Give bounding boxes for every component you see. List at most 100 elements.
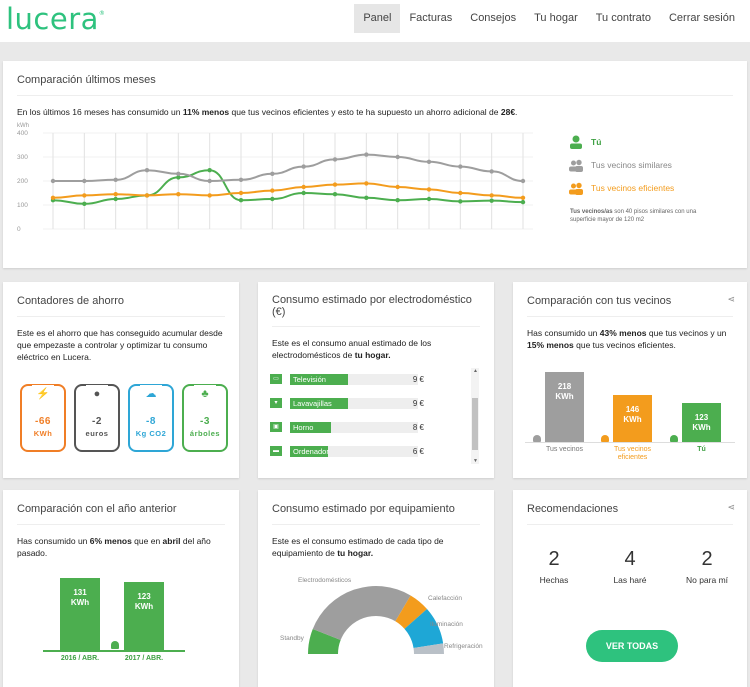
nav-facturas[interactable]: Facturas	[400, 4, 461, 33]
data-point[interactable]	[520, 178, 526, 184]
nav-consejos[interactable]: Consejos	[461, 4, 525, 33]
comparison-card: Comparación últimos meses En los últimos…	[3, 61, 747, 268]
data-point[interactable]	[113, 177, 118, 182]
recommendations-title: Recomendaciones	[527, 502, 733, 525]
bar-value: 123	[694, 412, 709, 422]
data-point[interactable]	[270, 171, 275, 176]
ver-todas-button[interactable]: VER TODAS	[586, 630, 678, 662]
y-tick-label: 200	[17, 178, 28, 185]
bar-value: 218	[557, 382, 572, 391]
person-icon	[111, 641, 119, 649]
year-bar[interactable]: 123 KWh	[124, 582, 164, 650]
data-point[interactable]	[238, 177, 244, 182]
data-point[interactable]	[207, 178, 212, 184]
bolt-icon: ⚡	[32, 385, 54, 403]
data-point[interactable]	[332, 192, 338, 197]
donut-label: Iluminación	[430, 621, 463, 628]
appliance-name: Horno	[293, 422, 314, 432]
data-point[interactable]	[489, 198, 494, 203]
data-point[interactable]	[332, 157, 338, 162]
equipment-donut-chart: Standby Electrodomésticos Calefacción Ilumi…	[280, 577, 483, 654]
cloud-icon: ☁	[140, 385, 162, 403]
data-point[interactable]	[520, 195, 526, 200]
year-bar[interactable]: 131 KWh	[60, 578, 100, 650]
counter-value: -66	[35, 416, 51, 427]
legend-tu[interactable]: Tú	[569, 135, 601, 149]
data-point[interactable]	[426, 159, 432, 164]
donut-segment[interactable]	[312, 586, 411, 641]
data-point[interactable]	[364, 152, 369, 157]
nav-panel[interactable]: Panel	[354, 4, 401, 33]
bar-unit: KWh	[555, 392, 574, 401]
group-icon	[533, 435, 541, 442]
counter-unit: KWh	[33, 429, 53, 438]
appliance-name: Televisión	[293, 374, 326, 384]
counter-value: -3	[200, 416, 210, 427]
appliances-scrollbar[interactable]: ▲ ▼	[471, 368, 479, 464]
neighbors-bar[interactable]: 123 KWh	[682, 402, 721, 442]
data-point[interactable]	[176, 192, 181, 197]
nav-tu-contrato[interactable]: Tu contrato	[587, 4, 660, 33]
legend-vecinos-eficientes[interactable]: Tus vecinos eficientes	[569, 181, 674, 195]
data-point[interactable]	[176, 171, 181, 176]
series-line	[53, 153, 524, 183]
counter-3: ♣ -3 árboles	[182, 384, 228, 452]
bar-unit: KWh	[70, 598, 90, 607]
appliance-row[interactable]: ▣ Horno 8 €	[270, 420, 462, 434]
laptop-icon: ▬	[270, 446, 282, 456]
data-point[interactable]	[458, 190, 463, 196]
main-nav: Panel Facturas Consejos Tu hogar Tu cont…	[354, 4, 744, 33]
share-icon[interactable]: ⋖	[727, 502, 735, 513]
data-point[interactable]	[458, 164, 463, 169]
data-point[interactable]	[207, 193, 212, 198]
data-point[interactable]	[270, 196, 275, 202]
data-point[interactable]	[144, 193, 150, 198]
data-point[interactable]	[520, 199, 526, 205]
data-point[interactable]	[207, 168, 212, 173]
share-icon[interactable]: ⋖	[727, 294, 735, 305]
legend-vecinos-similares[interactable]: Tus vecinos similares	[569, 158, 672, 172]
data-point[interactable]	[82, 201, 87, 206]
bar-value: 146	[625, 405, 640, 415]
data-point[interactable]	[113, 192, 118, 197]
data-point[interactable]	[270, 188, 275, 193]
yearcmp-description: Has consumido un 6% menos que en abril d…	[17, 536, 211, 558]
neighbors-card: Comparación con tus vecinos Has consumid…	[513, 282, 747, 478]
data-point[interactable]	[458, 199, 463, 204]
nav-tu-hogar[interactable]: Tu hogar	[525, 4, 587, 33]
rec-count-las-hare: 4	[624, 548, 636, 570]
data-point[interactable]	[113, 196, 118, 202]
appliance-row[interactable]: ▾ Lavavajillas 9 €	[270, 396, 462, 410]
data-point[interactable]	[426, 187, 432, 192]
data-point[interactable]	[364, 195, 369, 200]
year-bar-label: 2017 / ABR.	[124, 655, 164, 662]
data-point[interactable]	[50, 195, 56, 200]
data-point[interactable]	[395, 184, 400, 190]
appliance-row[interactable]: ▬ Ordenador 6 €	[270, 444, 462, 458]
data-point[interactable]	[301, 184, 306, 190]
data-point[interactable]	[364, 181, 369, 186]
neighbors-bar[interactable]: 218 KWh	[545, 372, 584, 442]
data-point[interactable]	[82, 178, 87, 184]
neighbors-bar[interactable]: 146 KWh	[613, 395, 652, 442]
data-point[interactable]	[332, 182, 338, 187]
data-point[interactable]	[144, 168, 150, 173]
data-point[interactable]	[238, 190, 244, 196]
data-point[interactable]	[426, 196, 432, 202]
data-point[interactable]	[238, 198, 244, 203]
data-point[interactable]	[489, 193, 494, 198]
y-axis-label: kWh	[17, 123, 29, 129]
counter-1: ● -2 euros	[74, 384, 120, 452]
data-point[interactable]	[82, 193, 87, 198]
data-point[interactable]	[395, 154, 400, 160]
data-point[interactable]	[301, 190, 306, 196]
data-point[interactable]	[395, 198, 400, 203]
data-point[interactable]	[301, 164, 306, 169]
data-point[interactable]	[489, 169, 494, 174]
appliance-row[interactable]: ▭ Televisión 9 €	[270, 372, 462, 386]
data-point[interactable]	[50, 178, 56, 184]
brand-logo[interactable]: lucera®	[6, 2, 105, 36]
neighbors-title: Comparación con tus vecinos	[527, 294, 733, 317]
appliance-name: Ordenador	[293, 446, 329, 456]
nav-cerrar-sesion[interactable]: Cerrar sesión	[660, 4, 744, 33]
